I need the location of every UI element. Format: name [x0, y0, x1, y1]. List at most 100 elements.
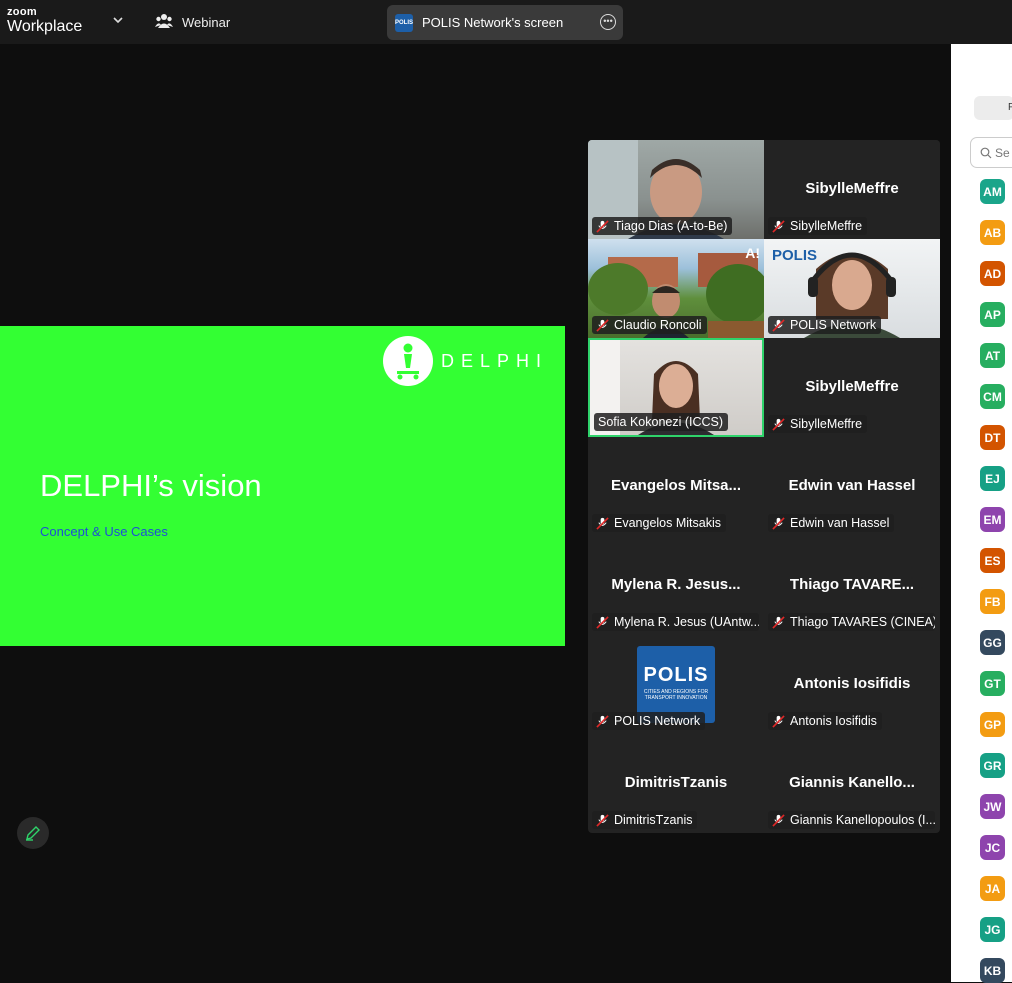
- video-tile[interactable]: Giannis Kanello... Giannis Kanellopoulos…: [764, 734, 940, 833]
- video-tile[interactable]: SibylleMeffre SibylleMeffre: [764, 140, 940, 239]
- polis-logo-text: POLIS: [643, 664, 709, 686]
- mic-muted-icon: [772, 417, 785, 431]
- mic-muted-icon: [596, 318, 609, 332]
- participant-display-name: DimitrisTzanis: [624, 774, 728, 791]
- participant-name-tag: Antonis Iosifidis: [768, 712, 882, 730]
- mic-muted-icon: [596, 219, 609, 233]
- participant-avatar[interactable]: JA: [980, 876, 1005, 901]
- participant-avatar[interactable]: CM: [980, 384, 1005, 409]
- participant-avatar[interactable]: GT: [980, 671, 1005, 696]
- delphi-logo-icon: [383, 336, 433, 386]
- participant-display-name: Edwin van Hassel: [788, 477, 916, 494]
- chevron-down-icon[interactable]: [113, 14, 123, 28]
- participant-avatar[interactable]: AP: [980, 302, 1005, 327]
- polis-logo-subtitle-2: TRANSPORT INNOVATION: [644, 695, 708, 701]
- participant-avatar[interactable]: GP: [980, 712, 1005, 737]
- mic-muted-icon: [772, 813, 785, 827]
- participant-avatar[interactable]: DT: [980, 425, 1005, 450]
- video-tile[interactable]: SibylleMeffre SibylleMeffre: [764, 338, 940, 437]
- video-tile-active-speaker[interactable]: Sofia Kokonezi (ICCS): [588, 338, 764, 437]
- mic-muted-icon: [772, 219, 785, 233]
- video-tile[interactable]: Antonis Iosifidis Antonis Iosifidis: [764, 635, 940, 734]
- participant-name: Sofia Kokonezi (ICCS): [598, 415, 724, 429]
- participant-name: Giannis Kanellopoulos (I...: [790, 813, 935, 827]
- delphi-logo-word: DELPHI: [441, 350, 549, 371]
- participant-name-tag: SibylleMeffre: [768, 217, 868, 235]
- annotate-button[interactable]: [17, 817, 49, 849]
- top-bar: zoom Workplace Webinar POLIS POLIS Netwo…: [0, 0, 1012, 44]
- zoom-workplace-logo[interactable]: zoom Workplace: [7, 7, 82, 35]
- participant-name: SibylleMeffre: [790, 417, 863, 431]
- panel-tab[interactable]: P: [974, 96, 1012, 120]
- participant-display-name: Thiago TAVARE...: [789, 576, 915, 593]
- ai-badge: A!: [745, 245, 760, 261]
- participant-avatar[interactable]: ES: [980, 548, 1005, 573]
- mic-muted-icon: [772, 318, 785, 332]
- participant-name-tag: Thiago TAVARES (CINEA): [768, 613, 935, 631]
- participant-display-name: SibylleMeffre: [805, 180, 899, 197]
- participant-avatar[interactable]: GG: [980, 630, 1005, 655]
- participant-avatar[interactable]: KB: [980, 958, 1005, 983]
- polis-banner: POLIS: [772, 247, 818, 264]
- participant-avatar[interactable]: JG: [980, 917, 1005, 942]
- delphi-logo: DELPHI: [383, 336, 548, 386]
- participant-display-name: SibylleMeffre: [805, 378, 899, 395]
- participant-gallery: Tiago Dias (A-to-Be) SibylleMeffre Sibyl…: [588, 140, 940, 833]
- video-tile[interactable]: POLIS POLIS Network: [764, 239, 940, 338]
- participant-avatar[interactable]: JC: [980, 835, 1005, 860]
- webinar-label: Webinar: [182, 15, 231, 30]
- mic-muted-icon: [596, 813, 609, 827]
- video-tile[interactable]: POLIS CITIES AND REGIONS FOR TRANSPORT I…: [588, 635, 764, 734]
- participant-avatar[interactable]: AM: [980, 179, 1005, 204]
- participant-name-tag: Evangelos Mitsakis: [592, 514, 726, 532]
- video-tile[interactable]: Thiago TAVARE... Thiago TAVARES (CINEA): [764, 536, 940, 635]
- slide-subtitle: Concept & Use Cases: [40, 524, 168, 539]
- participant-avatar[interactable]: AD: [980, 261, 1005, 286]
- mic-muted-icon: [596, 615, 609, 629]
- mic-muted-icon: [772, 714, 785, 728]
- participant-name: Tiago Dias (A-to-Be): [614, 219, 728, 233]
- video-tile[interactable]: A! Claudio Roncoli: [588, 239, 764, 338]
- video-tile[interactable]: Evangelos Mitsa... Evangelos Mitsakis: [588, 437, 764, 536]
- participant-name: POLIS Network: [790, 318, 877, 332]
- search-placeholder: Se: [995, 145, 1010, 160]
- video-tile[interactable]: Edwin van Hassel Edwin van Hassel: [764, 437, 940, 536]
- webinar-indicator[interactable]: Webinar: [155, 13, 230, 32]
- participant-name-tag: Giannis Kanellopoulos (I...: [768, 811, 935, 829]
- participants-panel: P Se AM AB AD AP AT CM DT EJ EM ES FB GG GT GP GR JW JC J…: [951, 44, 1012, 983]
- pencil-icon: [26, 826, 40, 841]
- participant-avatar[interactable]: AB: [980, 220, 1005, 245]
- mic-muted-icon: [772, 615, 785, 629]
- participant-name: Mylena R. Jesus (UAntw...: [614, 615, 759, 629]
- participant-display-name: Giannis Kanello...: [789, 774, 915, 791]
- search-icon: [980, 147, 992, 158]
- video-tile[interactable]: Tiago Dias (A-to-Be): [588, 140, 764, 239]
- participant-display-name: Mylena R. Jesus...: [611, 576, 741, 593]
- participant-name-tag: DimitrisTzanis: [592, 811, 698, 829]
- participant-name: Claudio Roncoli: [614, 318, 702, 332]
- participant-avatar[interactable]: GR: [980, 753, 1005, 778]
- participant-avatar[interactable]: EJ: [980, 466, 1005, 491]
- participant-avatar[interactable]: JW: [980, 794, 1005, 819]
- polis-share-icon: POLIS: [395, 13, 413, 32]
- slide-title: DELPHI’s vision: [40, 468, 262, 503]
- participant-name-tag: POLIS Network: [592, 712, 706, 730]
- participant-avatar[interactable]: EM: [980, 507, 1005, 532]
- participant-name-tag: POLIS Network: [768, 316, 882, 334]
- participant-display-name: Antonis Iosifidis: [793, 675, 911, 692]
- screen-share-indicator[interactable]: POLIS POLIS Network's screen •••: [387, 5, 623, 40]
- participant-name-tag: Tiago Dias (A-to-Be): [592, 217, 733, 235]
- more-options-icon[interactable]: •••: [600, 14, 616, 30]
- participant-avatar[interactable]: FB: [980, 589, 1005, 614]
- shared-slide: DELPHI DELPHI’s vision Concept & Use Cas…: [0, 326, 565, 646]
- participant-name-tag: Mylena R. Jesus (UAntw...: [592, 613, 759, 631]
- participant-avatar[interactable]: AT: [980, 343, 1005, 368]
- participant-name-tag: SibylleMeffre: [768, 415, 868, 433]
- participant-name-tag: Edwin van Hassel: [768, 514, 895, 532]
- video-tile[interactable]: Mylena R. Jesus... Mylena R. Jesus (UAnt…: [588, 536, 764, 635]
- video-tile[interactable]: DimitrisTzanis DimitrisTzanis: [588, 734, 764, 833]
- participant-name: SibylleMeffre: [790, 219, 863, 233]
- mic-muted-icon: [596, 516, 609, 530]
- participant-search-input[interactable]: Se: [970, 137, 1012, 168]
- participant-name-tag: Claudio Roncoli: [592, 316, 707, 334]
